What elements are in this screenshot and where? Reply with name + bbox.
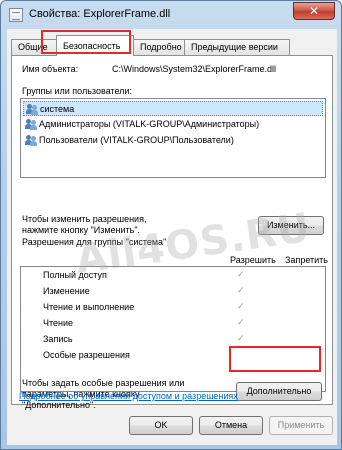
list-item-label: система (40, 104, 75, 114)
properties-window: Свойства: ExplorerFrame.dll ✕ Общие Безо… (0, 0, 342, 450)
title-bar[interactable]: Свойства: ExplorerFrame.dll ✕ (1, 1, 341, 29)
object-name-label: Имя объекта: (22, 64, 79, 74)
ok-button[interactable]: OK (129, 416, 193, 435)
window-title: Свойства: ExplorerFrame.dll (29, 8, 171, 20)
permission-name: Изменение (43, 286, 90, 296)
table-row: Изменение ✓ (21, 286, 325, 300)
tab-details[interactable]: Подробно (133, 39, 185, 55)
change-hint-line2: нажмите кнопку "Изменить". (22, 225, 141, 235)
users-icon (25, 119, 37, 130)
list-item-label: Администраторы (VITALK-GROUP\Администрат… (39, 119, 260, 129)
permissions-table[interactable]: Полный доступ ✓ Изменение ✓ Чтение и вып… (20, 266, 326, 392)
file-icon (9, 8, 23, 22)
permissions-label: Разрешения для группы "система" (22, 237, 167, 247)
allow-column-header: Разрешить (230, 255, 276, 265)
users-icon (25, 135, 37, 146)
apply-button[interactable]: Применить (269, 416, 333, 435)
allow-check-icon: ✓ (237, 286, 245, 296)
edit-button[interactable]: Изменить... (258, 216, 324, 235)
permission-name: Чтение и выполнение (43, 302, 135, 312)
allow-check-icon: ✓ (237, 318, 245, 328)
groups-listbox[interactable]: система Администраторы (VITALK-GROUP\Адм… (20, 98, 326, 178)
object-name-value: C:\Windows\System32\ExplorerFrame.dll (112, 64, 277, 74)
tab-previous-versions[interactable]: Предыдущие версии (184, 39, 290, 55)
permission-name: Особые разрешения (43, 350, 130, 360)
table-row: Полный доступ ✓ (21, 270, 325, 284)
allow-check-icon: ✓ (237, 334, 245, 344)
table-row: Чтение ✓ (21, 318, 325, 332)
advanced-hint-line3: "Дополнительно". (22, 400, 96, 410)
advanced-hint-line1: Чтобы задать особые разрешения или (22, 378, 185, 388)
allow-check-icon: ✓ (237, 302, 245, 312)
allow-check-icon: ✓ (237, 270, 245, 280)
users-icon (26, 104, 38, 115)
groups-label: Группы или пользователи: (22, 86, 132, 96)
list-item-label: Пользователи (VITALK-GROUP\Пользователи) (39, 135, 234, 145)
change-hint-line1: Чтобы изменить разрешения, (22, 214, 147, 224)
permission-name: Полный доступ (43, 270, 107, 280)
list-item[interactable]: Администраторы (VITALK-GROUP\Администрат… (23, 117, 323, 132)
dialog-body: Общие Безопасность Подробно Предыдущие в… (7, 29, 337, 445)
security-tab-highlight (41, 30, 131, 54)
advanced-button[interactable]: Дополнительно (236, 382, 322, 401)
table-row: Чтение и выполнение ✓ (21, 302, 325, 316)
list-item[interactable]: Пользователи (VITALK-GROUP\Пользователи) (23, 133, 323, 148)
close-button[interactable]: ✕ (293, 2, 335, 20)
permission-name: Чтение (43, 318, 74, 328)
access-control-help-link[interactable]: Подробнее об управлении доступом и разре… (19, 391, 238, 401)
advanced-button-highlight (229, 346, 321, 372)
cancel-button[interactable]: Отмена (199, 416, 263, 435)
permission-name: Запись (43, 334, 73, 344)
deny-column-header: Запретить (285, 255, 328, 265)
list-item[interactable]: система (23, 101, 323, 116)
